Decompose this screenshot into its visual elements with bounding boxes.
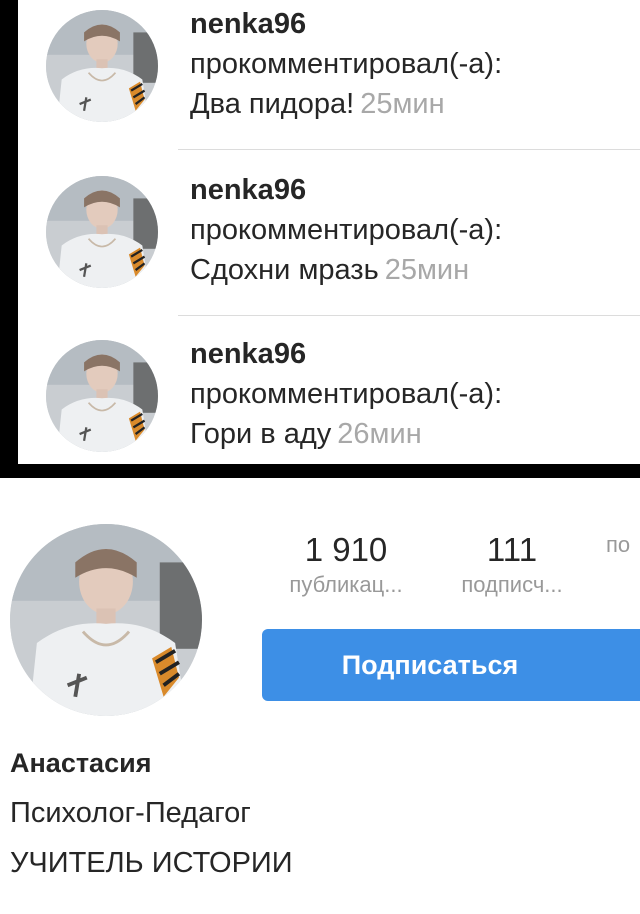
comment-text: Сдохни мразь	[190, 254, 379, 286]
list-item[interactable]: nenka96 прокомментировал(-а): Два пидора…	[18, 0, 640, 158]
stat-posts[interactable]: 1 910 публикац...	[260, 530, 432, 600]
avatar[interactable]	[46, 176, 158, 288]
profile-avatar[interactable]	[10, 524, 202, 716]
list-item[interactable]: nenka96 прокомментировал(-а): Сдохни мра…	[18, 158, 640, 324]
profile-header: 1 910 публикац... 111 подписч... по Подп…	[0, 490, 640, 914]
timestamp: 25мин	[360, 88, 445, 120]
action-text: прокомментировал(-а):	[190, 48, 503, 80]
divider	[178, 315, 640, 316]
notification-text: nenka96 прокомментировал(-а): Два пидора…	[190, 4, 640, 124]
profile-bio: Психолог-Педагог УЧИТЕЛЬ ИСТОРИИ	[10, 788, 630, 888]
divider	[178, 149, 640, 150]
bio-line: УЧИТЕЛЬ ИСТОРИИ	[10, 847, 293, 879]
posts-label: публикац...	[289, 572, 403, 597]
followers-label: подписч...	[461, 572, 563, 597]
notifications-list: nenka96 прокомментировал(-а): Два пидора…	[18, 0, 640, 464]
username-link[interactable]: nenka96	[190, 4, 640, 44]
list-item[interactable]: nenka96 прокомментировал(-а): Гори в аду…	[18, 322, 640, 464]
notification-text: nenka96 прокомментировал(-а): Гори в аду…	[190, 334, 640, 454]
stat-following[interactable]: по	[606, 530, 640, 560]
comment-text: Гори в аду	[190, 418, 332, 450]
profile-stats: 1 910 публикац... 111 подписч... по	[256, 530, 640, 610]
following-label: по	[606, 532, 631, 557]
avatar[interactable]	[46, 10, 158, 122]
avatar[interactable]	[46, 340, 158, 452]
stat-followers[interactable]: 111 подписч...	[436, 530, 588, 600]
bio-line: Психолог-Педагог	[10, 797, 251, 829]
followers-count: 111	[486, 531, 538, 568]
comment-text: Два пидора!	[190, 88, 355, 120]
timestamp: 26мин	[337, 418, 422, 450]
action-text: прокомментировал(-а):	[190, 378, 503, 410]
username-link[interactable]: nenka96	[190, 170, 640, 210]
notifications-screenshot: nenka96 прокомментировал(-а): Два пидора…	[0, 0, 640, 478]
action-text: прокомментировал(-а):	[190, 214, 503, 246]
timestamp: 25мин	[384, 254, 470, 286]
subscribe-button[interactable]: Подписаться	[262, 629, 640, 701]
username-link[interactable]: nenka96	[190, 334, 640, 374]
notification-text: nenka96 прокомментировал(-а): Сдохни мра…	[190, 170, 640, 290]
profile-name: Анастасия	[10, 748, 152, 778]
posts-count: 1 910	[304, 531, 388, 568]
